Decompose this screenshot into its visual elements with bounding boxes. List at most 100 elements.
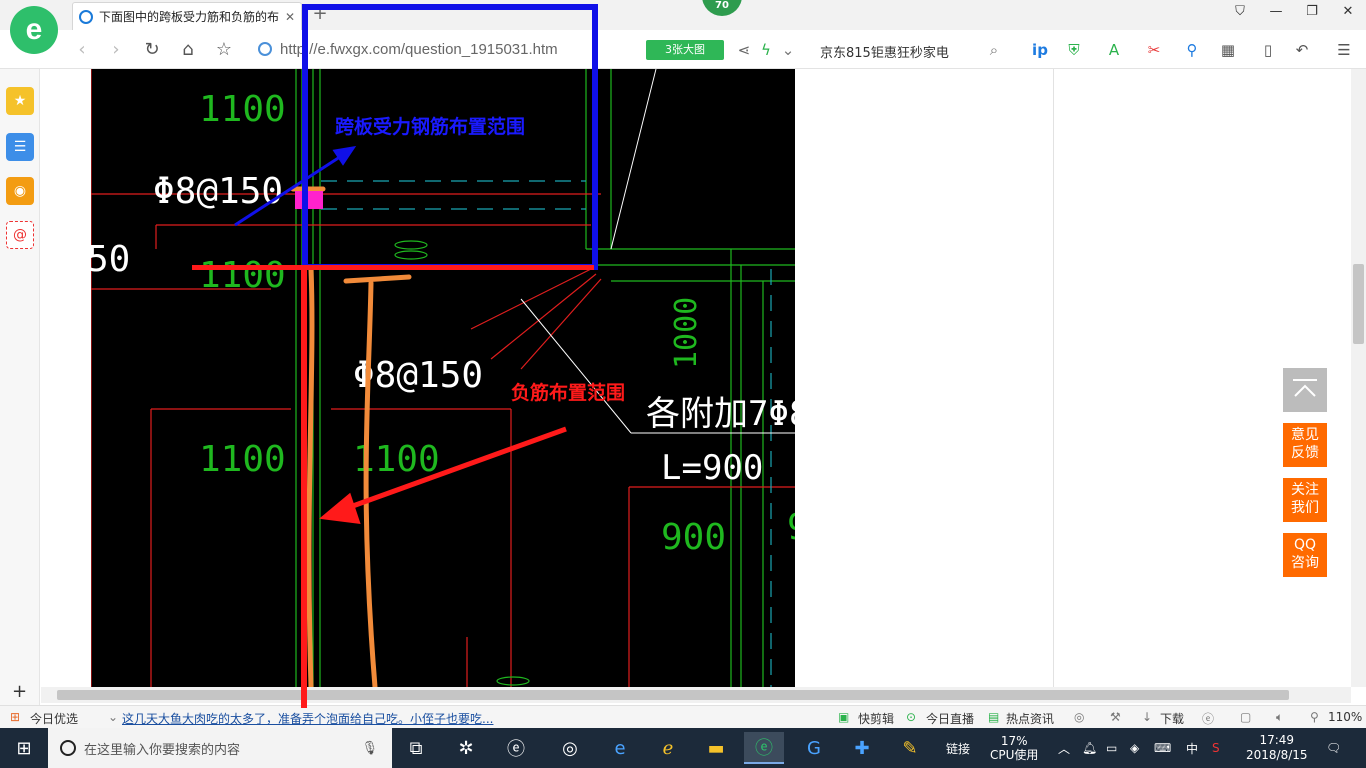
apps-grid-icon[interactable]: ▦ <box>1218 40 1238 60</box>
reading-list-icon[interactable]: ☰ <box>6 133 34 161</box>
battery-icon[interactable]: ▭ <box>1106 728 1117 768</box>
internet-explorer-icon[interactable]: ℯ <box>648 732 688 764</box>
ip-icon[interactable]: ip <box>1030 40 1050 60</box>
scissors-icon[interactable]: ✂ <box>1144 40 1164 60</box>
annotation-red-line-vertical <box>301 268 307 708</box>
clock[interactable]: 17:49 2018/8/15 <box>1246 728 1308 768</box>
close-tab-icon[interactable]: ✕ <box>285 10 295 24</box>
links-toolbar[interactable]: 链接 <box>946 728 970 768</box>
address-bar[interactable]: http://e.fwxgx.com/question_1915031.htm <box>258 36 638 62</box>
vertical-scrollbar[interactable] <box>1351 69 1366 687</box>
shield-icon[interactable]: ⛨ <box>1064 40 1084 60</box>
minimize-button[interactable]: — <box>1258 4 1294 26</box>
quick-clip-link[interactable]: 快剪辑 <box>858 710 894 727</box>
cad-dim-label: 900 <box>661 517 726 558</box>
video-clip-icon: ▣ <box>838 710 850 724</box>
big-image-button[interactable]: 3张大图 <box>646 40 724 60</box>
ie-mode-icon[interactable]: ⓔ <box>1202 710 1214 727</box>
magnifier-icon[interactable]: ⚲ <box>1182 40 1202 60</box>
left-sidebar: ★ ☰ ◉ @ + <box>0 69 40 705</box>
favorite-star-button[interactable]: ☆ <box>212 38 236 62</box>
network-icon[interactable]: ◈ <box>1130 728 1139 768</box>
360-browser-icon[interactable]: ⓔ <box>744 732 784 764</box>
annotation-span-range: 跨板受力钢筋布置范围 <box>335 115 525 138</box>
taskbar-search-placeholder: 在这里输入你要搜索的内容 <box>84 742 241 758</box>
search-icon[interactable]: ⌕ <box>984 40 1004 60</box>
home-button[interactable]: ⌂ <box>176 38 200 62</box>
today-live-link[interactable]: 今日直播 <box>926 710 974 727</box>
file-explorer-icon[interactable]: ▬ <box>696 732 736 764</box>
horizontal-scrollbar[interactable] <box>41 687 1351 703</box>
follow-label-1: 关注 <box>1291 482 1319 498</box>
follow-us-button[interactable]: 关注 我们 <box>1283 478 1327 522</box>
feedback-button[interactable]: 意见 反馈 <box>1283 423 1327 467</box>
restore-button[interactable]: ❐ <box>1294 4 1330 26</box>
notes-app-icon[interactable]: ✎ <box>890 732 930 764</box>
qq-consult-button[interactable]: QQ 咨询 <box>1283 533 1327 577</box>
back-button[interactable]: ‹ <box>70 38 94 62</box>
keyboard-icon[interactable]: ⌨ <box>1154 728 1171 768</box>
translate-icon[interactable]: A <box>1104 40 1124 60</box>
notification-bell-icon[interactable]: 🔔︎ <box>1082 728 1097 768</box>
add-sidebar-icon[interactable]: + <box>12 681 27 702</box>
edge-icon[interactable]: e <box>600 732 640 764</box>
plus-app-icon[interactable]: ✚ <box>842 732 882 764</box>
tablet-icon[interactable]: ▯ <box>1258 40 1278 60</box>
notification-badge[interactable]: 70 <box>702 0 742 16</box>
extra-bars-text: 各附加7Φ8 <box>646 394 795 434</box>
mail-icon[interactable]: @ <box>6 221 34 249</box>
lightning-icon[interactable]: ϟ <box>756 40 776 60</box>
action-center-icon[interactable]: 🗨︎ <box>1326 728 1341 768</box>
undo-icon[interactable]: ↶ <box>1292 40 1312 60</box>
window-icon[interactable]: ▢ <box>1240 710 1251 724</box>
download-link[interactable]: 下载 <box>1160 710 1184 727</box>
chevron-down-icon[interactable]: ⌄ <box>778 40 798 60</box>
microphone-icon[interactable]: 🎙︎ <box>361 741 378 756</box>
zoom-icon[interactable]: ⚲ <box>1310 710 1319 724</box>
sogou-ime-icon[interactable]: S <box>1212 728 1220 768</box>
pinwheel-app-icon[interactable]: ✲ <box>446 732 486 764</box>
new-tab-button[interactable]: + <box>310 3 330 25</box>
browser-tab[interactable]: 下面图中的跨板受力筋和负筋的布 ✕ <box>72 2 302 30</box>
length-text: L=900 <box>661 448 763 488</box>
back-to-top-button[interactable] <box>1283 368 1327 412</box>
qq-label-1: QQ <box>1293 537 1317 553</box>
search-suggestion[interactable]: 京东815钜惠狂秒家电 <box>820 42 949 61</box>
zoom-level[interactable]: 110% <box>1328 710 1362 724</box>
cpu-label: CPU使用 <box>990 748 1039 762</box>
favorites-star-icon[interactable]: ★ <box>6 87 34 115</box>
windows-start-icon[interactable]: ⊞ <box>0 728 48 768</box>
share-icon[interactable]: ⋖ <box>734 40 754 60</box>
annotation-negative-range: 负筋布置范围 <box>511 381 625 404</box>
volume-icon[interactable]: 🔈︎ <box>1276 710 1283 725</box>
vertical-scroll-thumb[interactable] <box>1353 264 1364 344</box>
cad-dim-label: 1100 <box>199 255 286 296</box>
forward-button[interactable]: › <box>104 38 128 62</box>
url-text[interactable]: http://e.fwxgx.com/question_1915031.htm <box>280 41 558 58</box>
g-app-icon[interactable]: G <box>794 732 834 764</box>
menu-icon[interactable]: ☰ <box>1334 40 1354 60</box>
horizontal-scroll-thumb[interactable] <box>57 690 1289 700</box>
cad-dim-label: 1000 <box>669 297 704 369</box>
taskbar-search-box[interactable]: 在这里输入你要搜索的内容 🎙︎ <box>48 728 392 768</box>
status-bar: ⊞ 今日优选 ⌄ 这几天大鱼大肉吃的太多了，准备弄个泡面给自己吃。小侄子也要吃.… <box>0 705 1366 728</box>
news-ticker-link[interactable]: 这几天大鱼大肉吃的太多了，准备弄个泡面给自己吃。小侄子也要吃... <box>122 710 493 727</box>
refresh-button[interactable]: ↻ <box>140 38 164 62</box>
chevron-down-icon[interactable]: ⌄ <box>108 710 118 724</box>
weibo-icon[interactable]: ◉ <box>6 177 34 205</box>
ime-indicator[interactable]: 中 <box>1186 728 1198 768</box>
tray-chevron-up-icon[interactable]: ︿ <box>1058 728 1070 768</box>
chevron-up-icon <box>1293 379 1317 397</box>
shirt-icon[interactable]: ⛉ <box>1222 4 1258 26</box>
swirl-app-icon[interactable]: ◎ <box>550 732 590 764</box>
speed-icon[interactable]: ◎ <box>1074 710 1084 724</box>
cpu-usage: 17% CPU使用 <box>990 728 1038 768</box>
ie-icon <box>79 9 93 24</box>
close-window-button[interactable]: ✕ <box>1330 4 1366 26</box>
today-pick-link[interactable]: 今日优选 <box>30 710 78 727</box>
task-view-icon[interactable]: ⧉ <box>396 732 436 764</box>
hot-news-link[interactable]: 热点资讯 <box>1006 710 1054 727</box>
cpu-percent: 17% <box>1000 734 1028 748</box>
browser-e-icon[interactable]: ⓔ <box>496 732 536 764</box>
plugin-icon[interactable]: ⚒ <box>1110 710 1121 724</box>
